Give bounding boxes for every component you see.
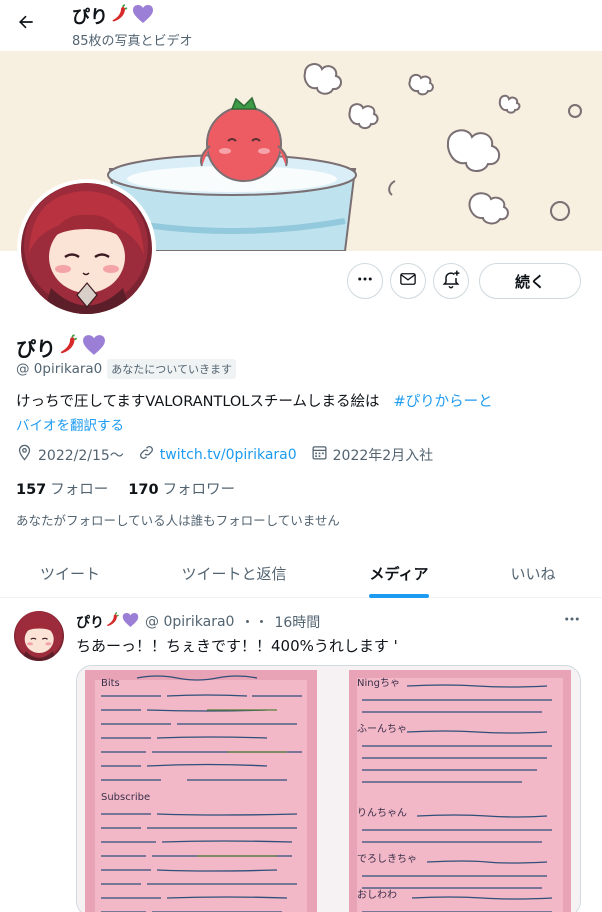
media-name-4: でろしきちゃ [357, 853, 417, 865]
translate-bio-link[interactable]: バイオを翻訳する [16, 414, 124, 434]
tweet-timestamp[interactable]: 16時間 [274, 612, 320, 632]
message-button[interactable] [390, 263, 426, 299]
tab-tweets-replies[interactable]: ツイートと返信 [150, 548, 318, 598]
media-name-5: おしわわ [357, 889, 397, 901]
media-heading-subscribe: Subscribe [101, 792, 150, 803]
purple-heart-icon [132, 4, 154, 29]
media-name-2: ふーんちゃ [357, 723, 407, 735]
profile-handle: @ 0pirikara0 [16, 361, 103, 377]
follow-button[interactable]: 続く [479, 263, 581, 299]
profile-meta: 2022/2/15〜 twitch.tv/0pirikara0 2022年2月入… [16, 444, 447, 465]
chili-pepper-icon [110, 3, 130, 29]
profile-header: ぴり 85枚の写真とビデオ [0, 0, 602, 50]
chili-pepper-icon [58, 334, 80, 361]
meta-date: 2022/2/15〜 [16, 444, 124, 465]
following-count: 157 [16, 482, 47, 498]
followers-label: フォロワー [162, 482, 236, 498]
tweet-handle: @ 0pirikara0 [145, 614, 235, 630]
purple-heart-icon [82, 334, 106, 361]
profile-tabs: ツイート ツイートと返信 メディア いいね [0, 548, 602, 598]
calendar-icon [311, 444, 328, 465]
tweet-author[interactable]: ぴり [76, 612, 139, 632]
tweet-header: ぴり @ 0pirikara0 ・・ 16時間 [76, 612, 320, 632]
profile-bio: けっちで圧してますVALORANTLOLスチームしまる絵は #ぴりからーと [16, 390, 493, 411]
back-button[interactable] [8, 6, 44, 42]
bio-hashtag-link[interactable]: #ぴりからーと [393, 394, 492, 410]
bell-plus-icon [441, 269, 461, 293]
chili-pepper-icon [105, 612, 121, 632]
mutual-followers-note: あなたがフォローしている人は誰もフォローしていません [16, 513, 340, 528]
envelope-icon [399, 270, 417, 292]
tab-likes-label: いいね [510, 564, 556, 583]
header-title: ぴり [72, 3, 154, 29]
more-horizontal-icon [356, 270, 374, 292]
tweet-avatar[interactable] [14, 611, 64, 661]
header-name-text: ぴり [72, 7, 108, 28]
tab-tweets-replies-label: ツイートと返信 [181, 564, 287, 583]
profile-avatar[interactable] [17, 179, 156, 318]
purple-heart-icon [122, 612, 139, 632]
media-name-3: りんちゃん [357, 807, 407, 819]
more-options-button[interactable] [347, 263, 383, 299]
tab-likes[interactable]: いいね [478, 548, 588, 598]
following-label: フォロー [50, 482, 109, 498]
location-pin-icon [16, 444, 33, 465]
tweet-author-name: ぴり [76, 615, 104, 631]
notify-button[interactable] [433, 263, 469, 299]
media-name-1: Ningちゃ [357, 677, 400, 689]
meta-date-text: 2022/2/15〜 [38, 447, 124, 464]
tab-tweets[interactable]: ツイート [0, 548, 140, 598]
meta-joined-text: 2022年2月入社 [332, 447, 434, 464]
header-media-count: 85枚の写真とビデオ [72, 34, 193, 49]
tweet-media-image[interactable]: Bits Subscribe Ningちゃ ふーんちゃ りんちゃん でろしきちゃ… [76, 665, 581, 912]
media-heading-bits: Bits [101, 678, 120, 689]
profile-name-text: ぴり [16, 337, 56, 361]
tweet[interactable]: ぴり @ 0pirikara0 ・・ 16時間 ちあーっ！！ちぇきです！！400… [0, 599, 602, 912]
followers-count: 170 [128, 482, 159, 498]
bio-text: けっちで圧してますVALORANTLOLスチームしまる絵は [16, 394, 380, 410]
followers-count-link[interactable]: 170 フォロワー [128, 478, 235, 499]
profile-handle-row: @ 0pirikara0 あなたについていきます [16, 359, 236, 379]
meta-link[interactable]: twitch.tv/0pirikara0 [138, 444, 297, 465]
meta-joined: 2022年2月入社 [311, 444, 434, 465]
link-icon [138, 444, 155, 465]
tweet-more-button[interactable] [560, 609, 584, 633]
following-count-link[interactable]: 157 フォロー [16, 478, 108, 499]
tab-media-label: メディア [369, 564, 429, 583]
tweet-separator: ・・ [240, 615, 269, 631]
profile-name: ぴり [16, 333, 106, 362]
tab-media[interactable]: メディア [340, 548, 458, 598]
follow-counts: 157 フォロー 170 フォロワー [16, 478, 255, 499]
tab-tweets-label: ツイート [39, 564, 100, 583]
more-horizontal-icon [563, 610, 581, 632]
profile-link[interactable]: twitch.tv/0pirikara0 [160, 447, 297, 463]
arrow-left-icon [16, 12, 36, 36]
active-tab-indicator [369, 594, 429, 598]
follows-you-badge: あなたについていきます [107, 359, 236, 379]
tweet-text: ちあーっ！！ちぇきです！！400%うれします ' [76, 637, 398, 655]
